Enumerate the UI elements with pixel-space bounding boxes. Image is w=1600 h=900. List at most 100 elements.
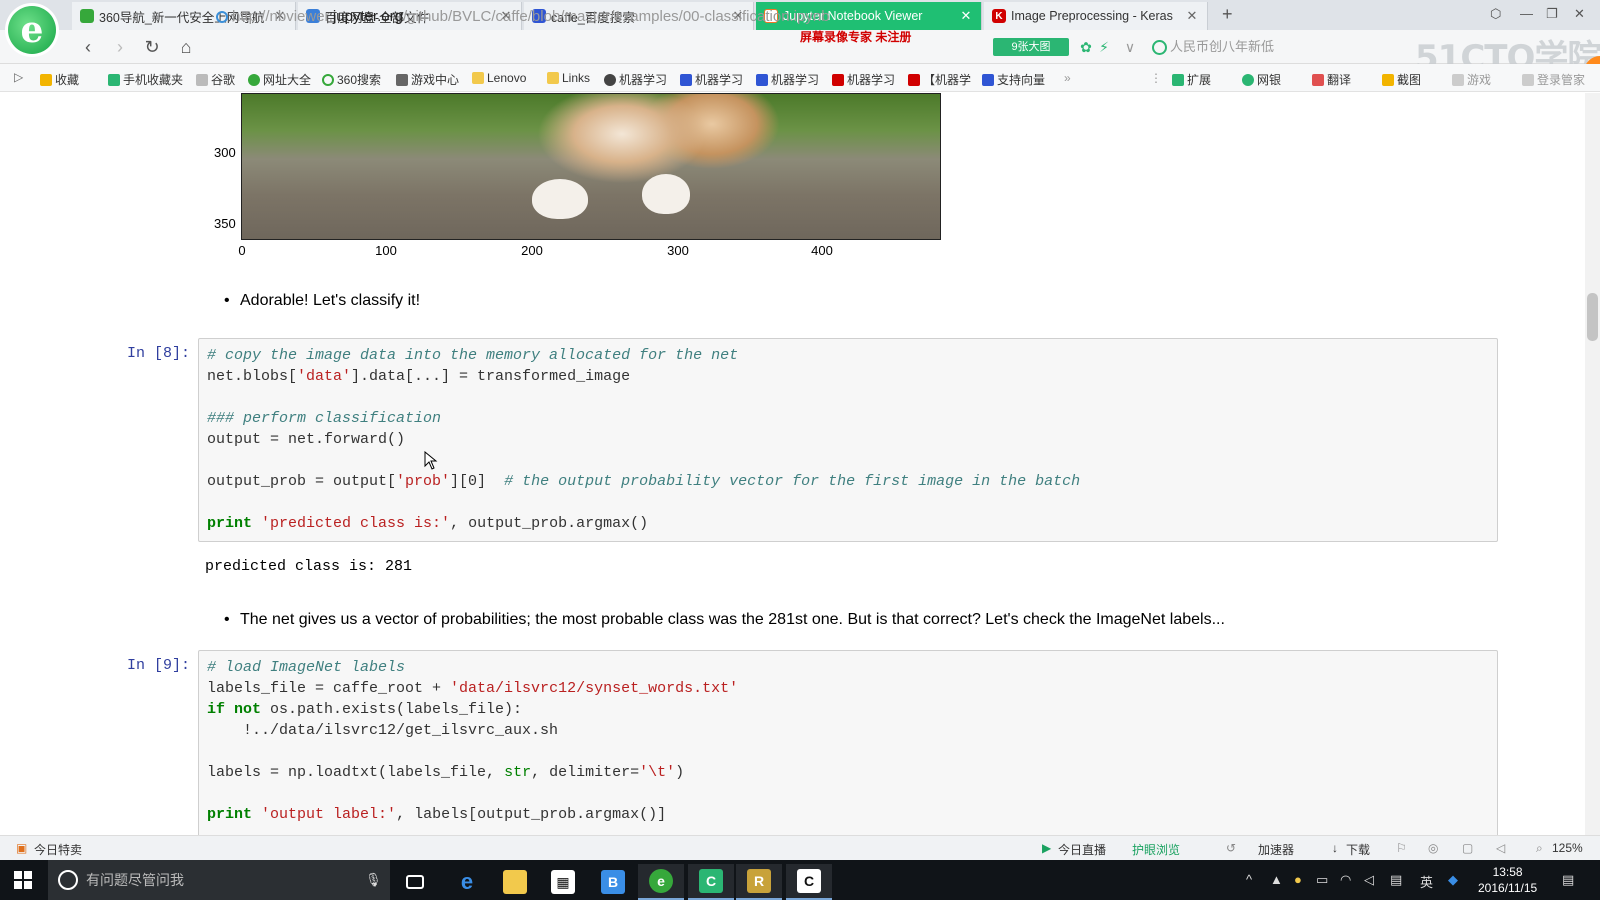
bookmark-item[interactable]: 【机器学 — [908, 71, 971, 88]
forward-icon[interactable]: › — [108, 35, 132, 59]
wifi-icon[interactable]: ◠ — [1340, 872, 1351, 888]
cell-output: predicted class is: 281 — [205, 558, 413, 575]
notebook-viewport[interactable]: 300 350 0 100 200 300 400 Adorable! Let'… — [0, 93, 1585, 835]
bookmark-label: 收藏 — [55, 73, 80, 87]
keyboard-icon[interactable]: ▤ — [1390, 872, 1402, 888]
play-icon[interactable]: ▶ — [1042, 841, 1051, 855]
bookmark-item[interactable]: Links — [547, 71, 590, 85]
bookmark-item[interactable]: 机器学习 — [604, 71, 667, 88]
bookmark-item[interactable]: 机器学习 — [832, 71, 895, 88]
flag-icon[interactable]: ⚐ — [1396, 841, 1407, 855]
volume-icon[interactable]: ◁ — [1496, 841, 1505, 855]
bookmark-label: 360搜索 — [337, 73, 382, 87]
more-vertical-icon[interactable]: ⋮ — [1150, 71, 1162, 85]
tray-app-icon[interactable]: ▲ — [1270, 872, 1283, 887]
grid-icon — [1172, 73, 1184, 86]
gift-icon[interactable]: ▣ — [16, 841, 27, 855]
toolbar-label: 扩展 — [1187, 73, 1212, 87]
bookmarks-bar: ▷ 收藏 手机收藏夹 谷歌 网址大全 360搜索 游戏中心 Lenovo Lin… — [0, 64, 1600, 92]
close-icon[interactable]: ✕ — [1185, 8, 1199, 24]
360-browser-taskbar-icon[interactable]: e — [638, 864, 684, 900]
app-icon[interactable]: B — [590, 864, 636, 900]
mouse-cursor-icon — [424, 451, 438, 470]
code-cell-8[interactable]: # copy the image data into the memory al… — [198, 338, 1498, 542]
bookmark-item[interactable]: 支持向量 — [982, 71, 1045, 88]
url-host: jupyter.org — [332, 8, 403, 25]
360-tray-icon[interactable]: ● — [1294, 872, 1302, 887]
toolbar-label: 截图 — [1397, 73, 1422, 87]
eye-protection-button[interactable]: 护眼浏览 — [1132, 841, 1180, 858]
bigview-button[interactable]: 9张大图 — [993, 38, 1069, 56]
bookmark-item[interactable]: 手机收藏夹 — [108, 71, 183, 88]
bookmark-item[interactable]: Lenovo — [472, 71, 526, 85]
history-icon[interactable]: ↺ — [1226, 841, 1236, 855]
360-icon — [80, 9, 94, 23]
tab-keras[interactable]: K Image Preprocessing - Keras ✕ — [984, 2, 1208, 30]
bookmark-item[interactable]: 游戏中心 — [396, 71, 459, 88]
cortana-search-input[interactable]: 有问题尽管问我 — [48, 860, 390, 900]
system-clock[interactable]: 13:58 2016/11/15 — [1478, 864, 1537, 896]
notification-icon[interactable]: ▤ — [1562, 872, 1574, 888]
gamepad-icon — [396, 73, 408, 86]
terminal-icon[interactable]: C — [786, 864, 832, 900]
store-icon[interactable]: ▦ — [540, 864, 586, 900]
minimize-icon[interactable]: — — [1520, 6, 1533, 21]
task-view-icon[interactable] — [392, 864, 438, 900]
lightning-icon[interactable]: ⚡ — [1092, 35, 1116, 59]
battery-icon[interactable]: ▭ — [1316, 872, 1328, 888]
reload-icon[interactable]: ↻ — [140, 35, 164, 59]
url-field[interactable]: http://nbviewer.jupyter.org/github/BVLC/… — [214, 5, 984, 29]
restore-icon[interactable]: ❐ — [1546, 6, 1558, 22]
more-bookmarks-icon[interactable]: » — [1064, 71, 1071, 85]
scrollbar-thumb[interactable] — [1587, 293, 1598, 341]
bookmark-item[interactable]: 收藏 — [40, 71, 79, 88]
extensions-button[interactable]: 扩展 — [1172, 71, 1211, 88]
chevron-down-icon[interactable]: ∨ — [1118, 35, 1142, 59]
recorder-icon[interactable]: R — [736, 864, 782, 900]
games-button[interactable]: 游戏 — [1452, 71, 1491, 88]
sidebar-toggle-icon[interactable]: ▷ — [14, 70, 23, 84]
code-cell-9[interactable]: # load ImageNet labels labels_file = caf… — [198, 650, 1498, 835]
bookmark-label: 手机收藏夹 — [123, 73, 184, 87]
clean-icon[interactable]: ◎ — [1428, 841, 1438, 855]
live-link[interactable]: 今日直播 — [1058, 841, 1106, 858]
csdn-icon — [908, 73, 920, 86]
bookmark-item[interactable]: 谷歌 — [196, 71, 235, 88]
bookmark-item[interactable]: 360搜索 — [322, 71, 381, 88]
search-input[interactable]: 人民币创八年新低 — [1150, 36, 1400, 58]
close-window-icon[interactable]: ✕ — [1574, 6, 1585, 22]
screenshot-button[interactable]: 截图 — [1382, 71, 1421, 88]
microphone-icon[interactable]: 🎙︎ — [365, 872, 382, 888]
home-icon[interactable]: ⌂ — [174, 35, 198, 59]
daily-deals-link[interactable]: 今日特卖 — [34, 841, 82, 858]
file-explorer-icon[interactable] — [492, 864, 538, 900]
ime-indicator[interactable]: 英 — [1420, 872, 1433, 891]
login-manager-button[interactable]: 登录管家 — [1522, 71, 1585, 88]
bank-button[interactable]: 网银 — [1242, 71, 1281, 88]
gamepad-icon — [1452, 73, 1464, 86]
chevron-up-icon[interactable]: ^ — [1246, 872, 1252, 887]
camtasia-icon[interactable]: C — [688, 864, 734, 900]
back-icon[interactable]: ‹ — [76, 35, 100, 59]
scrollbar[interactable] — [1585, 93, 1600, 835]
bookmark-item[interactable]: 机器学习 — [680, 71, 743, 88]
bookmark-item[interactable]: 网址大全 — [248, 71, 311, 88]
download-button[interactable]: 下载 — [1346, 841, 1370, 858]
windows-start-icon[interactable] — [14, 871, 32, 889]
new-tab-button[interactable]: + — [1222, 4, 1233, 25]
kitten-image-plot — [241, 93, 941, 240]
page-icon — [196, 73, 208, 86]
edge-browser-icon[interactable]: e — [444, 864, 490, 900]
zoom-level[interactable]: 125% — [1552, 841, 1583, 855]
window-icon[interactable]: ▢ — [1462, 841, 1473, 855]
download-icon[interactable]: ↓ — [1332, 841, 1338, 855]
browser-logo-icon[interactable]: e — [8, 6, 56, 54]
shield-icon[interactable]: ◆ — [1448, 872, 1458, 888]
accelerator-button[interactable]: 加速器 — [1258, 841, 1294, 858]
zoom-icon[interactable]: ⌕ — [1536, 841, 1543, 856]
skin-icon[interactable]: ⬡ — [1490, 6, 1501, 22]
bookmark-item[interactable]: 机器学习 — [756, 71, 819, 88]
volume-icon[interactable]: ◁ — [1364, 872, 1374, 888]
toolbar-label: 网银 — [1257, 73, 1282, 87]
translate-button[interactable]: 翻译 — [1312, 71, 1351, 88]
